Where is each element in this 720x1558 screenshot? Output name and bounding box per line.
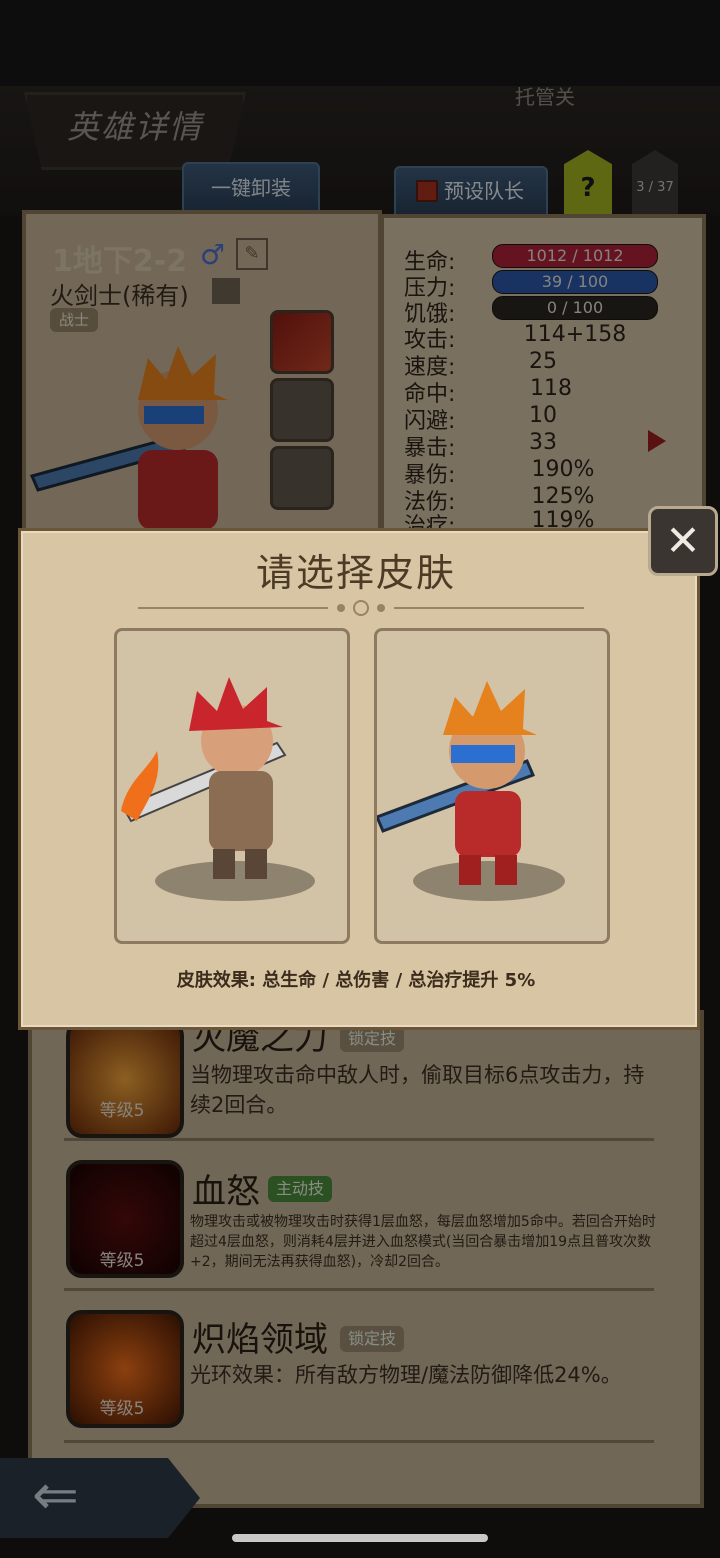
flame-swordsman-skin-image xyxy=(121,677,315,901)
title-ornament xyxy=(138,600,584,616)
skin-card-flame[interactable] xyxy=(114,628,350,944)
status-bar xyxy=(0,0,720,86)
dialog-title: 请选择皮肤 xyxy=(255,551,456,595)
home-indicator[interactable] xyxy=(232,1534,488,1542)
skin-effect-text: 皮肤效果: 总生命 / 总伤害 / 总治疗提升 5% xyxy=(176,970,536,991)
close-icon[interactable]: ✕ xyxy=(648,506,718,576)
mech-swordsman-skin-image xyxy=(375,681,565,901)
skin-card-mech[interactable] xyxy=(374,628,610,944)
